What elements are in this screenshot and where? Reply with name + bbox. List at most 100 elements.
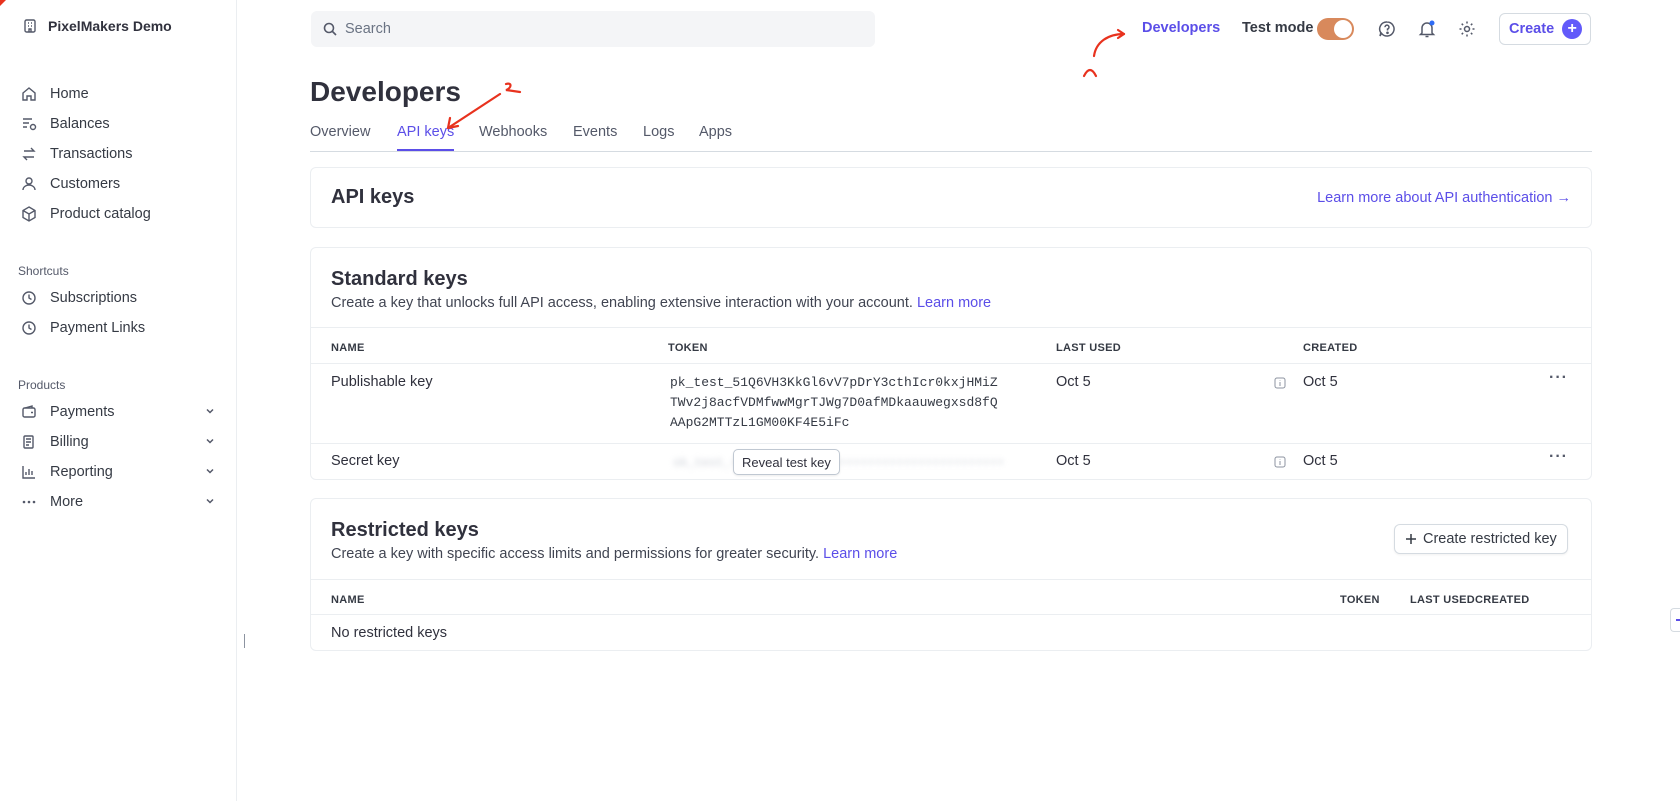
sidebar-item-label: Balances	[50, 116, 110, 132]
create-button[interactable]: Create +	[1499, 13, 1591, 45]
sidebar-item-label: Product catalog	[50, 206, 151, 222]
row-actions-icon[interactable]: ···	[1549, 448, 1568, 466]
building-icon	[24, 19, 36, 33]
sidebar-item-payments[interactable]: Payments	[20, 398, 220, 426]
token-line: TWv2j8acfVDMfwwMgrTJWg7D0afMDkaauwegxsd8…	[670, 395, 998, 410]
column-header-name: NAME	[331, 594, 365, 606]
tab-apps[interactable]: Apps	[699, 124, 732, 140]
api-keys-card: API keys Learn more about API authentica…	[310, 167, 1592, 228]
sidebar-item-label: Subscriptions	[50, 290, 138, 306]
text-cursor	[244, 634, 245, 648]
plus-icon	[1406, 534, 1416, 544]
more-dots-icon	[20, 493, 38, 511]
reporting-icon	[20, 463, 38, 481]
sidebar-item-transactions[interactable]: Transactions	[20, 140, 220, 168]
sidebar-item-label: Payment Links	[50, 320, 146, 336]
secret-key-created: Oct 5	[1303, 453, 1338, 469]
tab-bar: Overview API keys Webhooks Events Logs A…	[310, 118, 1592, 152]
create-restricted-key-button[interactable]: Create restricted key	[1394, 524, 1568, 554]
annotation-arrow-developers	[1082, 28, 1126, 78]
help-icon[interactable]	[1376, 18, 1398, 40]
column-header-created: CREATED	[1475, 594, 1530, 606]
tab-events[interactable]: Events	[573, 124, 617, 140]
restricted-keys-description: Create a key with specific access limits…	[331, 546, 897, 562]
box-icon	[20, 205, 38, 223]
secret-key-last-used: Oct 5	[1056, 453, 1091, 469]
toggle-knob	[1334, 20, 1352, 38]
restricted-keys-card: Restricted keys Create a key with specif…	[310, 498, 1592, 651]
test-mode-toggle[interactable]	[1317, 18, 1354, 40]
search-input[interactable]	[345, 21, 845, 37]
divider	[311, 443, 1591, 444]
publishable-key-created: Oct 5	[1303, 374, 1338, 390]
standard-keys-description: Create a key that unlocks full API acces…	[331, 295, 991, 311]
sidebar-item-label: Home	[50, 86, 89, 102]
row-actions-icon[interactable]: ···	[1549, 369, 1568, 387]
side-panel-handle[interactable]	[1670, 608, 1680, 632]
handle-mark	[1676, 619, 1680, 621]
account-name: PixelMakers Demo	[48, 18, 172, 34]
tab-overview[interactable]: Overview	[310, 124, 370, 140]
tab-logs[interactable]: Logs	[643, 124, 674, 140]
sidebar-item-balances[interactable]: Balances	[20, 110, 220, 138]
learn-more-link[interactable]: Learn more	[917, 295, 991, 311]
column-header-name: NAME	[331, 342, 365, 354]
reveal-test-key-button[interactable]: Reveal test key	[733, 449, 840, 475]
sidebar-item-subscriptions[interactable]: Subscriptions	[20, 284, 220, 312]
home-icon	[20, 85, 38, 103]
divider	[311, 327, 1591, 328]
plus-icon: +	[1562, 19, 1583, 39]
publishable-key-token[interactable]: pk_test_51Q6VH3KkGl6vV7pDrY3cthIcr0kxjHM…	[670, 373, 998, 433]
clock-icon	[20, 289, 38, 307]
standard-keys-card: Standard keys Create a key that unlocks …	[310, 247, 1592, 480]
sidebar-item-label: More	[50, 494, 84, 510]
products-heading: Products	[18, 378, 66, 392]
developers-link[interactable]: Developers	[1142, 20, 1220, 36]
tab-webhooks[interactable]: Webhooks	[479, 124, 547, 140]
column-header-created: CREATED	[1303, 342, 1358, 354]
sidebar-item-billing[interactable]: Billing	[20, 428, 220, 456]
info-icon[interactable]	[1274, 377, 1286, 389]
chevron-down-icon	[206, 498, 214, 504]
balances-icon	[20, 115, 38, 133]
divider	[311, 614, 1591, 615]
column-header-token: TOKEN	[1340, 594, 1380, 606]
sidebar-item-reporting[interactable]: Reporting	[20, 458, 220, 486]
tab-api-keys[interactable]: API keys	[397, 124, 455, 151]
sidebar: PixelMakers Demo Home Balances Transacti…	[0, 0, 237, 801]
api-keys-title: API keys	[331, 186, 415, 208]
standard-keys-title: Standard keys	[331, 268, 468, 290]
wallet-icon	[20, 403, 38, 421]
chevron-down-icon	[206, 438, 214, 444]
info-icon[interactable]	[1274, 456, 1286, 468]
sidebar-item-payment-links[interactable]: Payment Links	[20, 314, 220, 342]
test-mode-label: Test mode	[1242, 20, 1314, 36]
transactions-icon	[20, 145, 38, 163]
sidebar-item-label: Billing	[50, 434, 89, 450]
sidebar-item-product-catalog[interactable]: Product catalog	[20, 200, 220, 228]
publishable-key-name: Publishable key	[331, 374, 433, 390]
settings-gear-icon[interactable]	[1456, 18, 1478, 40]
account-switcher[interactable]: PixelMakers Demo	[22, 18, 172, 34]
column-header-last-used: LAST USED	[1056, 342, 1122, 354]
restricted-keys-title: Restricted keys	[331, 519, 479, 541]
empty-state-text: No restricted keys	[331, 625, 448, 641]
sidebar-item-more[interactable]: More	[20, 488, 220, 516]
secret-key-name: Secret key	[331, 453, 400, 469]
sidebar-item-label: Customers	[50, 176, 121, 192]
search-bar[interactable]	[311, 11, 875, 47]
description-text: Create a key with specific access limits…	[331, 546, 820, 562]
sidebar-item-customers[interactable]: Customers	[20, 170, 220, 198]
sidebar-item-label: Reporting	[50, 464, 113, 480]
sidebar-item-home[interactable]: Home	[20, 80, 220, 108]
api-auth-docs-link[interactable]: Learn more about API authentication →	[1317, 190, 1571, 206]
chevron-down-icon	[206, 408, 214, 414]
create-label: Create	[1509, 21, 1555, 37]
column-header-token: TOKEN	[668, 342, 708, 354]
sidebar-item-label: Transactions	[50, 146, 133, 162]
divider	[311, 363, 1591, 364]
chevron-down-icon	[206, 468, 214, 474]
notifications-bell-icon[interactable]	[1416, 18, 1438, 40]
learn-more-link[interactable]: Learn more	[823, 546, 897, 562]
publishable-key-last-used: Oct 5	[1056, 374, 1091, 390]
